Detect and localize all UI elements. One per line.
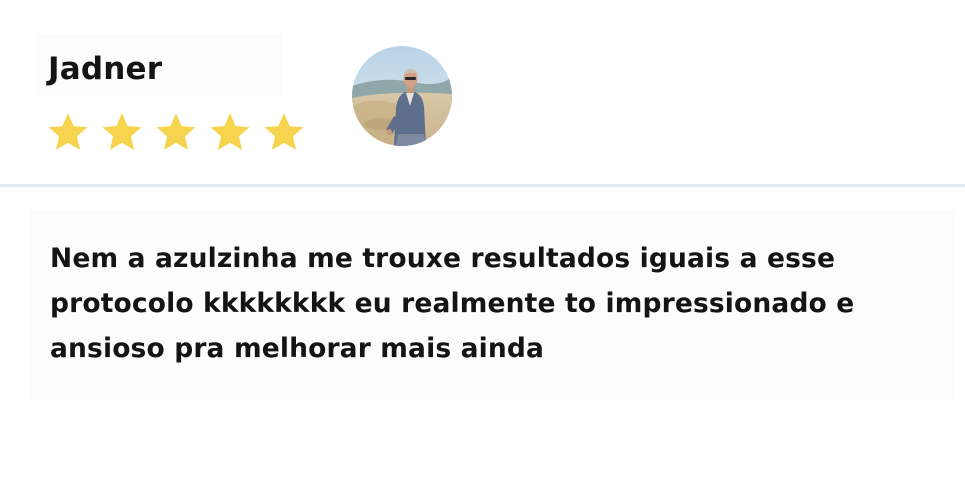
reviewer-name: Jadner (48, 51, 163, 87)
avatar (352, 46, 452, 146)
star-icon (100, 110, 144, 154)
star-icon (208, 110, 252, 154)
avatar-photo-icon (352, 46, 452, 146)
star-icon (154, 110, 198, 154)
star-icon (46, 110, 90, 154)
star-rating (46, 108, 316, 156)
divider (0, 184, 965, 187)
star-icon (262, 110, 306, 154)
review-card: Jadner Nem a azulzinha me trouxe resulta… (0, 0, 965, 489)
review-text: Nem a azulzinha me trouxe resultados igu… (50, 243, 855, 364)
